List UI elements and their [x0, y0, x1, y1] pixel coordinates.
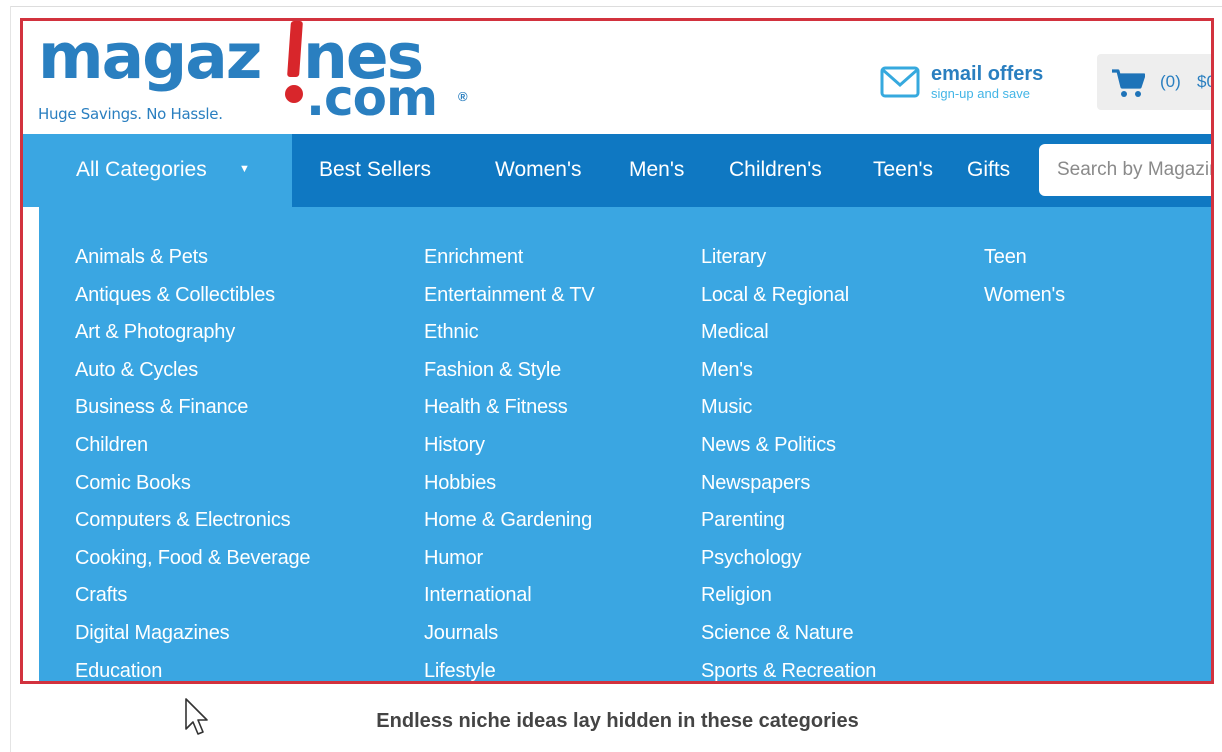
- category-link[interactable]: Crafts: [75, 577, 310, 615]
- page-border-top: [10, 6, 1222, 7]
- category-link[interactable]: Psychology: [701, 540, 876, 578]
- category-link[interactable]: Education: [75, 653, 310, 681]
- caret-down-icon: ▼: [239, 163, 250, 175]
- cart-button[interactable]: (0) $0: [1097, 54, 1211, 110]
- category-link[interactable]: Women's: [984, 277, 1065, 315]
- cart-count: (0): [1160, 72, 1181, 91]
- logo-text-main: magaz: [38, 20, 262, 93]
- site-header: magaz nes .com ® Huge Savings. No Hassle…: [23, 21, 1211, 134]
- page-border-left: [10, 6, 11, 752]
- category-link[interactable]: Children: [75, 427, 310, 465]
- category-column-2: Enrichment Entertainment & TV Ethnic Fashio…: [424, 239, 595, 681]
- logo-tagline: Huge Savings. No Hassle.: [38, 105, 223, 123]
- all-categories-label: All Categories: [76, 158, 207, 181]
- logo-exclamation-dot: [285, 85, 303, 103]
- category-link[interactable]: Teen: [984, 239, 1065, 277]
- category-link[interactable]: Music: [701, 389, 876, 427]
- category-link[interactable]: Religion: [701, 577, 876, 615]
- category-column-4: Teen Women's: [984, 239, 1065, 314]
- category-link[interactable]: Home & Gardening: [424, 502, 595, 540]
- category-link[interactable]: Sports & Recreation: [701, 653, 876, 681]
- highlight-frame: magaz nes .com ® Huge Savings. No Hassle…: [20, 18, 1214, 684]
- nav-gifts[interactable]: Gifts: [967, 158, 1010, 182]
- site-logo[interactable]: magaz nes .com ® Huge Savings. No Hassle…: [38, 21, 468, 127]
- image-caption: Endless niche ideas lay hidden in these …: [376, 710, 859, 732]
- email-offers-title: email offers: [931, 63, 1044, 85]
- main-nav: All Categories ▼ Best Sellers Women's Me…: [23, 134, 1211, 207]
- nav-womens[interactable]: Women's: [495, 158, 581, 182]
- nav-best-sellers[interactable]: Best Sellers: [319, 158, 431, 182]
- category-link[interactable]: Auto & Cycles: [75, 352, 310, 390]
- search-input[interactable]: [1039, 144, 1211, 196]
- category-link[interactable]: Fashion & Style: [424, 352, 595, 390]
- category-link[interactable]: Comic Books: [75, 465, 310, 503]
- email-offers-link[interactable]: email offers sign-up and save: [880, 63, 1060, 103]
- category-link[interactable]: Entertainment & TV: [424, 277, 595, 315]
- category-link[interactable]: Cooking, Food & Beverage: [75, 540, 311, 578]
- registered-mark: ®: [458, 89, 468, 104]
- nav-teens[interactable]: Teen's: [873, 158, 933, 182]
- category-link[interactable]: Literary: [701, 239, 876, 277]
- category-link[interactable]: Humor: [424, 540, 595, 578]
- category-link[interactable]: Business & Finance: [75, 389, 310, 427]
- category-column-3: Literary Local & Regional Medical Men's Musi…: [701, 239, 876, 681]
- category-link[interactable]: Antiques & Collectibles: [75, 277, 310, 315]
- category-link[interactable]: Computers & Electronics: [75, 502, 310, 540]
- category-link[interactable]: Parenting: [701, 502, 876, 540]
- category-link[interactable]: Digital Magazines: [75, 615, 310, 653]
- category-link[interactable]: News & Politics: [701, 427, 876, 465]
- nav-mens[interactable]: Men's: [629, 158, 684, 182]
- category-link[interactable]: Animals & Pets: [75, 239, 310, 277]
- cart-amount: $0: [1197, 72, 1211, 91]
- category-link[interactable]: Local & Regional: [701, 277, 876, 315]
- envelope-icon: [880, 66, 920, 98]
- category-link[interactable]: Ethnic: [424, 314, 595, 352]
- category-link[interactable]: Hobbies: [424, 465, 595, 503]
- category-link[interactable]: Science & Nature: [701, 615, 876, 653]
- category-column-1: Animals & Pets Antiques & Collectibles Art…: [75, 239, 311, 681]
- categories-dropdown: Animals & Pets Antiques & Collectibles Art…: [39, 207, 1211, 681]
- dropdown-left-edge: [23, 207, 39, 681]
- category-link[interactable]: History: [424, 427, 595, 465]
- category-link[interactable]: International: [424, 577, 595, 615]
- category-link[interactable]: Medical: [701, 314, 876, 352]
- logo-text-com: .com: [306, 69, 438, 127]
- category-link[interactable]: Men's: [701, 352, 876, 390]
- category-link[interactable]: Newspapers: [701, 465, 876, 503]
- all-categories-menu[interactable]: All Categories ▼: [23, 134, 292, 207]
- cart-icon: [1112, 69, 1145, 97]
- email-offers-subtitle: sign-up and save: [931, 86, 1031, 101]
- logo-exclamation-bar: [287, 21, 303, 77]
- category-link[interactable]: Art & Photography: [75, 314, 310, 352]
- category-link[interactable]: Health & Fitness: [424, 389, 595, 427]
- nav-childrens[interactable]: Children's: [729, 158, 822, 182]
- category-link[interactable]: Enrichment: [424, 239, 595, 277]
- category-link[interactable]: Journals: [424, 615, 595, 653]
- category-link[interactable]: Lifestyle: [424, 653, 595, 681]
